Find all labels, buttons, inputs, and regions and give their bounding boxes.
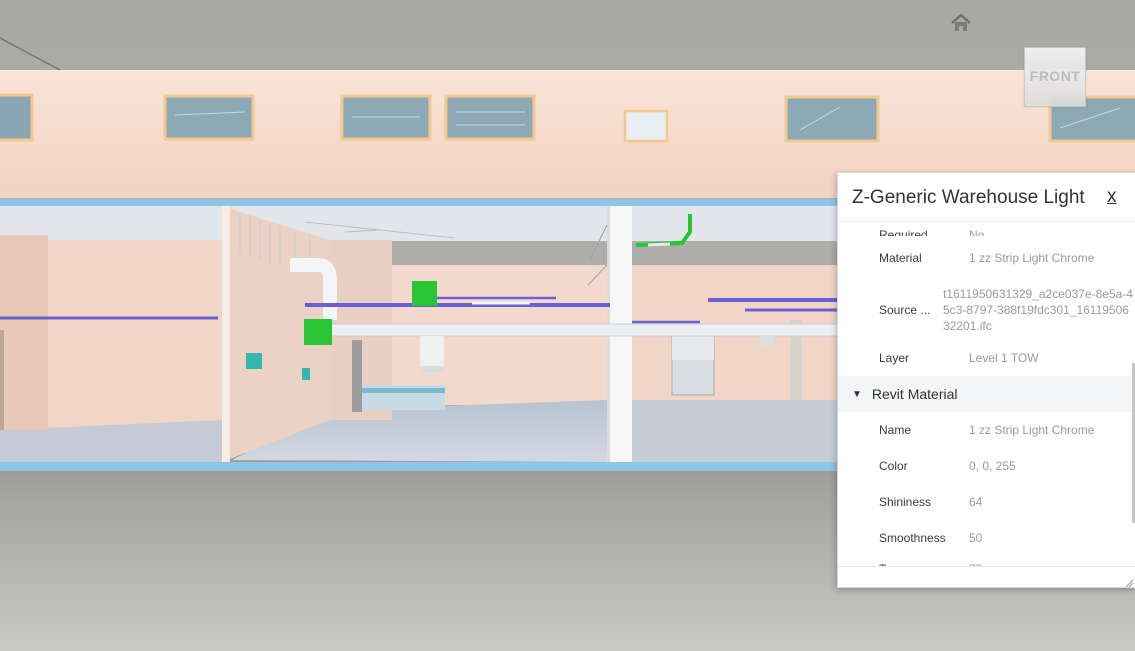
wall-panel-cyan [246,353,262,369]
properties-panel[interactable]: Z-Generic Warehouse Light x Required No … [837,172,1135,588]
property-row: Shininess 64 [838,484,1135,520]
main-duct [329,323,841,337]
property-key: Shininess [879,495,932,509]
property-key: Material [879,251,922,265]
panel-footer [838,566,1135,587]
property-value: 0, 0, 255 [969,459,1016,473]
caret-down-icon[interactable]: ▼ [852,389,862,400]
green-equipment-box [304,319,332,345]
slab-bottom-edge [0,462,840,471]
property-row: Required No [838,222,1135,236]
viewcube-face-label[interactable]: FRONT [1025,68,1085,84]
property-key: Name [879,423,912,437]
green-equipment-box-upper [412,281,437,306]
interior-floor-right [632,400,840,462]
property-row: Material 1 zz Strip Light Chrome [838,236,1135,280]
wall-panel-cyan-small [302,368,310,380]
property-row: Name 1 zz Strip Light Chrome [838,412,1135,448]
slab-top-edge [0,199,840,206]
property-value: 50 [969,531,983,545]
ceiling-band [0,206,840,241]
viewcube[interactable]: FRONT [1024,47,1086,107]
property-key: Required [879,228,928,236]
close-icon[interactable]: x [1107,186,1117,208]
property-value: 1 zz Strip Light Chrome [969,251,1095,265]
properties-list[interactable]: Required No Material 1 zz Strip Light Ch… [838,222,1135,567]
property-value: 1 zz Strip Light Chrome [969,423,1095,437]
panel-title: Z-Generic Warehouse Light [852,187,1085,208]
home-icon[interactable] [948,10,974,36]
partition-wall-left [0,235,48,430]
property-key: Color [879,459,908,473]
resize-grip-icon[interactable] [1124,575,1134,587]
property-value: No [969,228,985,236]
property-row: Layer Level 1 TOW [838,340,1135,376]
property-value: 64 [969,495,983,509]
property-row: Color 0, 0, 255 [838,448,1135,484]
property-value: Level 1 TOW [969,351,1039,365]
revit-material-group-header[interactable]: ▼ Revit Material [838,376,1135,412]
roof-edge-line [0,37,61,71]
property-key: Layer [879,351,910,365]
property-key: Smoothness [879,531,946,545]
group-label: Revit Material [871,386,958,402]
property-row: Smoothness 50 [838,520,1135,556]
door-left [0,330,4,430]
property-row: Source ... t1611950631329_a2ce037e-8e5a-… [838,280,1135,340]
property-key: Source ... [879,303,931,317]
property-value: t1611950631329_a2ce037e-8e5a-45c3-8797-3… [943,287,1133,333]
panel-header[interactable]: Z-Generic Warehouse Light x [838,173,1135,222]
